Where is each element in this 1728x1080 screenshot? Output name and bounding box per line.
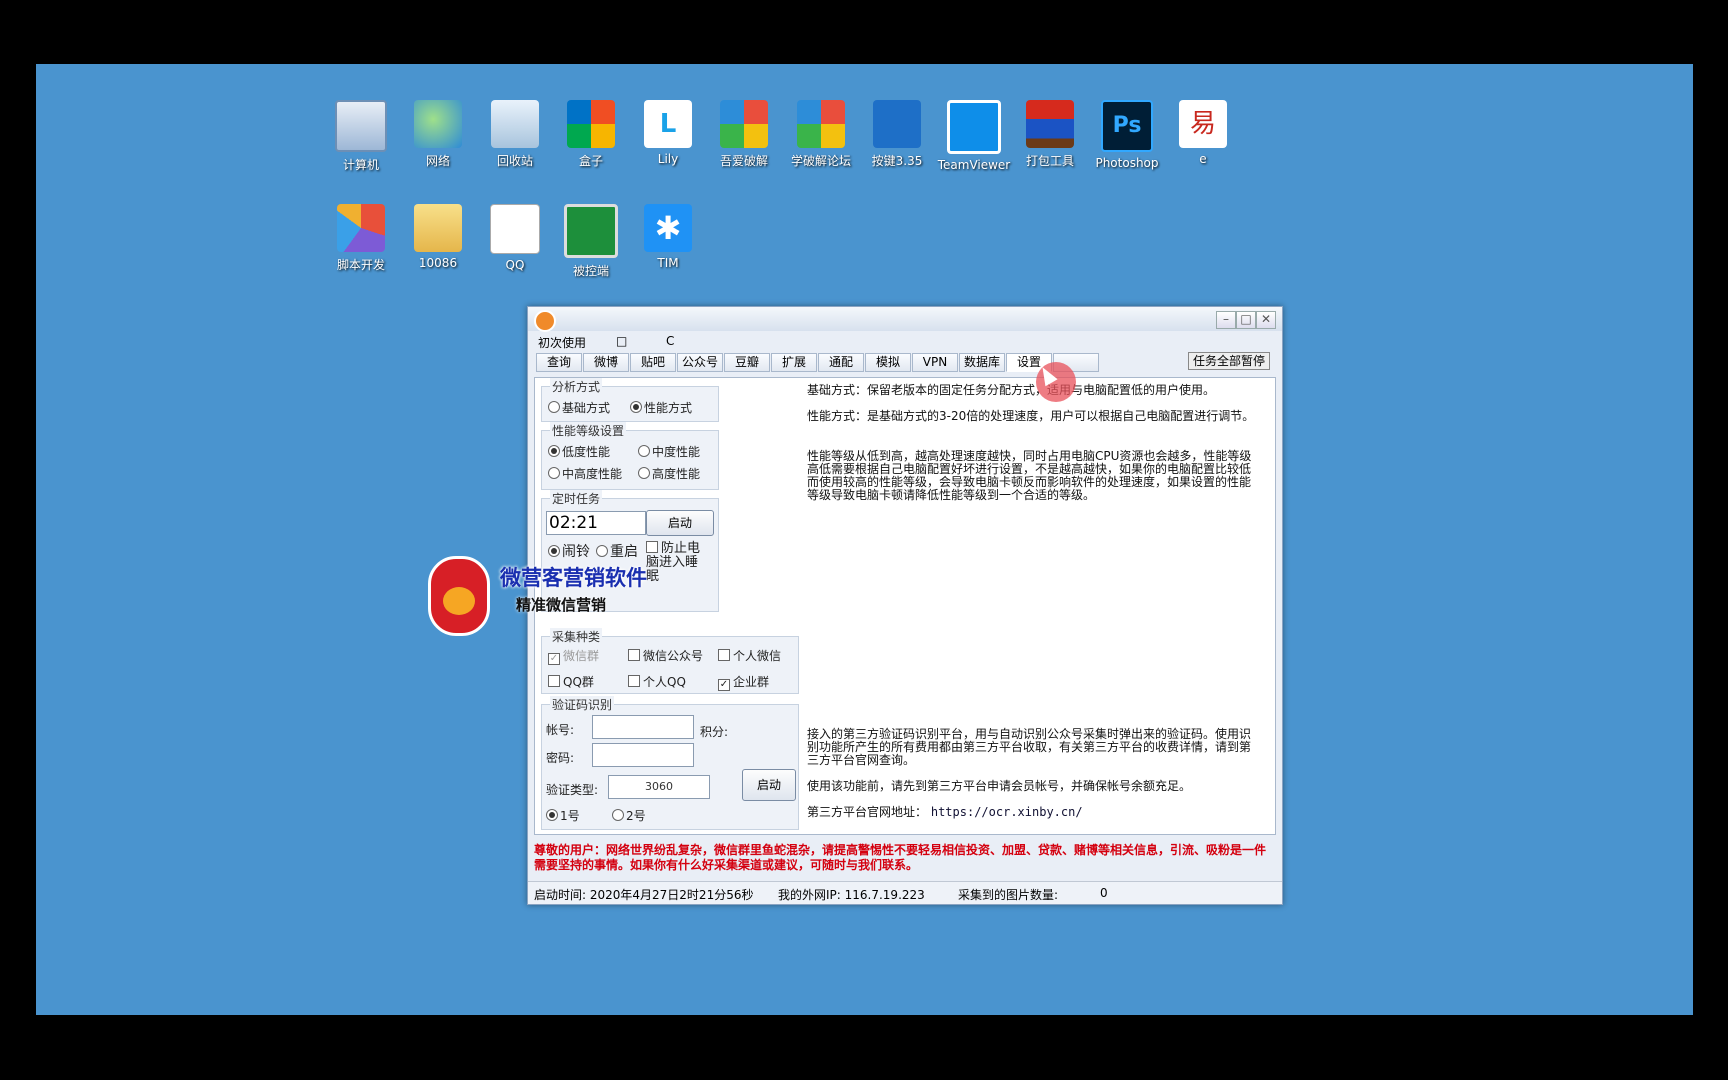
- captcha-type-input[interactable]: 3060: [608, 775, 710, 799]
- tab-weibo[interactable]: 微博: [583, 353, 629, 372]
- radio-high-perf[interactable]: 高度性能: [638, 465, 700, 482]
- tab-query[interactable]: 查询: [536, 353, 582, 372]
- account-input[interactable]: [592, 715, 694, 739]
- site-label: 第三方平台官网地址：: [807, 805, 928, 819]
- watermark-subtitle: 精准微信营销: [516, 596, 607, 614]
- perf-group: 性能等级设置 低度性能 中度性能 中高度性能 高度性能: [541, 422, 719, 490]
- watermark-title: 微营客营销软件: [500, 566, 647, 590]
- personal-wechat-checkbox[interactable]: 个人微信: [718, 647, 781, 664]
- tab-bar: 查询 微博 贴吧 公众号 豆瓣 扩展 通配 模拟 VPN 数据库 设置 任务全部…: [528, 351, 1282, 372]
- before-use-desc: 使用该功能前，请先到第三方平台申请会员帐号，并确保帐号余额充足。: [807, 779, 1192, 793]
- account-label: 帐号:: [546, 723, 575, 737]
- computer-icon[interactable]: 计算机: [322, 100, 400, 173]
- folder-icon[interactable]: 10086: [399, 204, 477, 270]
- pause-all-button[interactable]: 任务全部暂停: [1187, 352, 1270, 370]
- tab-douban[interactable]: 豆瓣: [724, 353, 770, 372]
- external-ip: 我的外网IP: 116.7.19.223: [778, 888, 925, 902]
- maximize-button[interactable]: □: [1236, 311, 1256, 329]
- status-bar: 启动时间: 2020年4月27日2时21分56秒 我的外网IP: 116.7.1…: [528, 881, 1282, 904]
- box-icon[interactable]: 盒子: [552, 100, 630, 169]
- site-link[interactable]: https://ocr.xinby.cn/: [931, 805, 1083, 819]
- analysis-title: 分析方式: [550, 378, 603, 395]
- tim-icon[interactable]: ✱ TIM: [629, 204, 707, 270]
- forum-icon[interactable]: 学破解论坛: [782, 100, 860, 169]
- timer-title: 定时任务: [550, 490, 603, 507]
- 52pojie-icon[interactable]: 吾爱破解: [705, 100, 783, 169]
- menu-bar: 初次使用 □ C: [528, 331, 1282, 351]
- images-count-label: 采集到的图片数量:: [958, 888, 1059, 902]
- controlled-pc-icon[interactable]: 被控端: [552, 204, 630, 279]
- captcha-group: 验证码识别 帐号: 积分: 密码: 验证类型: 3060 启动 1号 2号: [541, 696, 799, 830]
- pack-tool-icon[interactable]: 打包工具: [1011, 100, 1089, 169]
- tab-tieba[interactable]: 贴吧: [630, 353, 676, 372]
- warning-text: 尊敬的用户：网络世界纷乱复杂，微信群里鱼蛇混杂，请提高警惕性不要轻易相信投资、加…: [534, 843, 1267, 872]
- photoshop-icon[interactable]: Ps Photoshop: [1088, 100, 1166, 170]
- menu-item-2[interactable]: □: [616, 334, 627, 348]
- tab-official-account[interactable]: 公众号: [677, 353, 723, 372]
- third-party-desc: 接入的第三方验证码识别平台，用与自动识别公众号采集时弹出来的验证码。使用识别功能…: [807, 727, 1252, 767]
- wechat-official-checkbox[interactable]: 微信公众号: [628, 647, 703, 664]
- tab-simulate[interactable]: 模拟: [865, 353, 911, 372]
- analysis-group: 分析方式 基础方式 性能方式: [541, 378, 719, 422]
- menu-item-3[interactable]: C: [666, 334, 674, 348]
- password-input[interactable]: [592, 743, 694, 767]
- perf-desc: 性能方式：是基础方式的3-20倍的处理速度，用户可以根据自己电脑配置进行调节。: [807, 409, 1255, 423]
- recycle-bin-icon[interactable]: 回收站: [476, 100, 554, 169]
- radio-midhigh-perf[interactable]: 中高度性能: [548, 465, 622, 482]
- basic-desc: 基础方式：保留老版本的固定任务分配方式，适用与电脑配置低的用户使用。: [807, 383, 1216, 397]
- radio-mid-perf[interactable]: 中度性能: [638, 443, 700, 460]
- personal-qq-checkbox[interactable]: 个人QQ: [628, 673, 686, 690]
- e-language-icon[interactable]: 易e: [1164, 100, 1242, 166]
- captcha-type-label: 验证类型:: [546, 783, 599, 797]
- enterprise-group-checkbox[interactable]: ✓ 企业群: [718, 673, 769, 691]
- tab-database[interactable]: 数据库: [959, 353, 1005, 372]
- radio-type-1[interactable]: 1号: [546, 807, 580, 824]
- wechat-group-checkbox: ✓ 微信群: [548, 649, 600, 665]
- tab-extend[interactable]: 扩展: [771, 353, 817, 372]
- lily-icon[interactable]: L Lily: [629, 100, 707, 166]
- tab-wildcard[interactable]: 通配: [818, 353, 864, 372]
- password-label: 密码:: [546, 751, 575, 765]
- images-count: 0: [1100, 886, 1108, 900]
- qq-group-checkbox[interactable]: QQ群: [548, 673, 594, 690]
- qq-file-icon[interactable]: QQ: [476, 204, 554, 272]
- watermark: 微营客营销软件 精准微信营销: [422, 556, 672, 636]
- perf-title: 性能等级设置: [550, 422, 627, 439]
- radio-performance[interactable]: 性能方式: [630, 399, 692, 416]
- minimize-button[interactable]: –: [1216, 311, 1236, 329]
- anjian-icon[interactable]: 按键3.35: [858, 100, 936, 169]
- menu-first-use[interactable]: 初次使用: [538, 334, 586, 351]
- collect-group: 采集种类 ✓ 微信群 微信公众号 个人微信 QQ群 个人QQ ✓ 企业群: [541, 628, 799, 694]
- title-bar[interactable]: – □ ✕: [528, 307, 1282, 332]
- time-input[interactable]: 02:21: [546, 511, 646, 535]
- cat-logo-icon: [428, 556, 490, 636]
- captcha-title: 验证码识别: [550, 696, 615, 713]
- timer-start-button[interactable]: 启动: [646, 510, 714, 536]
- network-icon[interactable]: 网络: [399, 100, 477, 169]
- captcha-start-button[interactable]: 启动: [742, 769, 796, 801]
- teamviewer-icon[interactable]: TeamViewer: [935, 100, 1013, 172]
- radio-low-perf[interactable]: 低度性能: [548, 443, 610, 460]
- site-line: 第三方平台官网地址： https://ocr.xinby.cn/: [807, 806, 1257, 819]
- close-button[interactable]: ✕: [1256, 311, 1276, 329]
- script-dev-icon[interactable]: 脚本开发: [322, 204, 400, 273]
- tab-vpn[interactable]: VPN: [912, 353, 958, 372]
- start-time: 启动时间: 2020年4月27日2时21分56秒: [534, 888, 754, 902]
- app-logo-icon: [534, 310, 556, 332]
- radio-basic[interactable]: 基础方式: [548, 399, 610, 416]
- points-label: 积分:: [700, 725, 729, 739]
- levels-desc: 性能等级从低到高，越高处理速度越快，同时占用电脑CPU资源也会越多，性能等级高低…: [807, 449, 1252, 502]
- radio-type-2[interactable]: 2号: [612, 807, 646, 824]
